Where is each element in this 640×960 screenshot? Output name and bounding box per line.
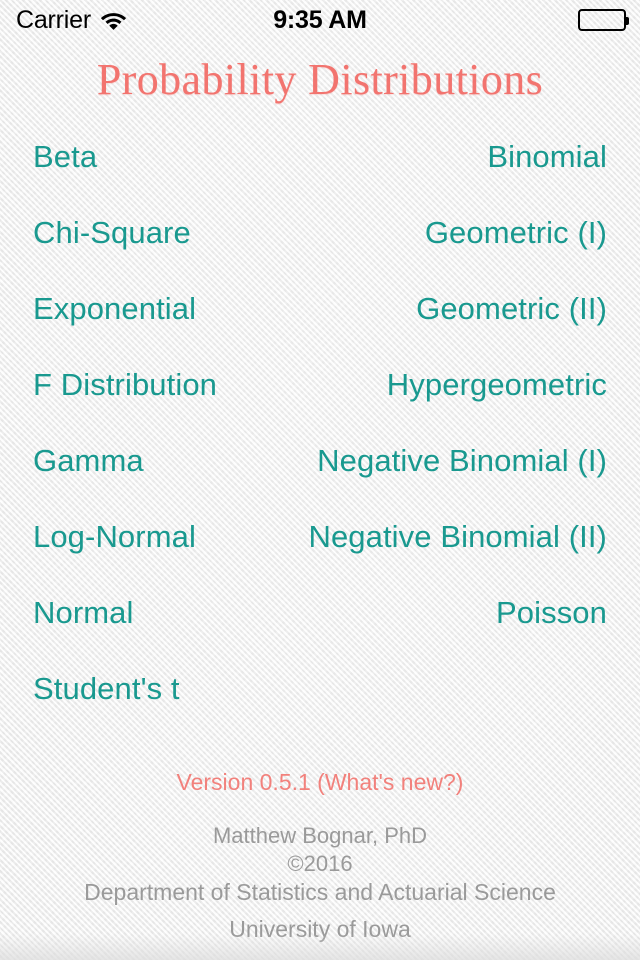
footer-university: University of Iowa <box>229 915 411 942</box>
distribution-row: Exponential Geometric (II) <box>33 293 607 369</box>
status-bar-right <box>578 9 629 31</box>
distribution-row: Normal Poisson <box>33 597 607 673</box>
distribution-link-normal[interactable]: Normal <box>33 597 134 628</box>
distribution-link-poisson[interactable]: Poisson <box>496 597 607 628</box>
distribution-row: Chi-Square Geometric (I) <box>33 217 607 293</box>
distribution-link-geometric-i[interactable]: Geometric (I) <box>425 217 607 248</box>
distribution-link-beta[interactable]: Beta <box>33 141 97 172</box>
battery-full-icon <box>578 9 629 31</box>
footer-copyright: ©2016 <box>287 850 353 876</box>
footer-department: Department of Statistics and Actuarial S… <box>84 879 556 906</box>
distribution-list: Beta Binomial Chi-Square Geometric (I) E… <box>0 141 640 749</box>
distribution-row: Student's t <box>33 673 607 749</box>
distribution-link-negative-binomial-ii[interactable]: Negative Binomial (II) <box>308 521 607 552</box>
footer-author: Matthew Bognar, PhD <box>212 822 427 848</box>
distribution-link-f-distribution[interactable]: F Distribution <box>33 369 217 400</box>
distribution-row: Gamma Negative Binomial (I) <box>33 445 607 521</box>
battery-cap <box>626 17 629 25</box>
distribution-link-log-normal[interactable]: Log-Normal <box>33 521 196 552</box>
distribution-row: Log-Normal Negative Binomial (II) <box>33 521 607 597</box>
distribution-link-negative-binomial-i[interactable]: Negative Binomial (I) <box>317 445 607 476</box>
status-bar-left: Carrier <box>16 5 127 34</box>
distribution-link-binomial[interactable]: Binomial <box>487 141 607 172</box>
footer: Version 0.5.1 (What's new?) Matthew Bogn… <box>0 770 640 944</box>
version-whats-new-link[interactable]: Version 0.5.1 (What's new?) <box>0 770 640 794</box>
distribution-link-exponential[interactable]: Exponential <box>33 293 196 324</box>
distribution-row: Beta Binomial <box>33 141 607 217</box>
distribution-link-chi-square[interactable]: Chi-Square <box>33 217 191 248</box>
distribution-link-hypergeometric[interactable]: Hypergeometric <box>387 369 607 400</box>
wifi-icon <box>100 10 127 30</box>
distribution-link-students-t[interactable]: Student's t <box>33 673 180 704</box>
status-bar: Carrier 9:35 AM <box>0 0 640 40</box>
carrier-label: Carrier <box>16 5 91 34</box>
app-root: Carrier 9:35 AM Probability Distribution… <box>0 0 640 960</box>
distribution-row: F Distribution Hypergeometric <box>33 369 607 445</box>
page-title: Probability Distributions <box>96 55 544 104</box>
distribution-link-gamma[interactable]: Gamma <box>33 445 144 476</box>
distribution-link-geometric-ii[interactable]: Geometric (II) <box>416 293 607 324</box>
